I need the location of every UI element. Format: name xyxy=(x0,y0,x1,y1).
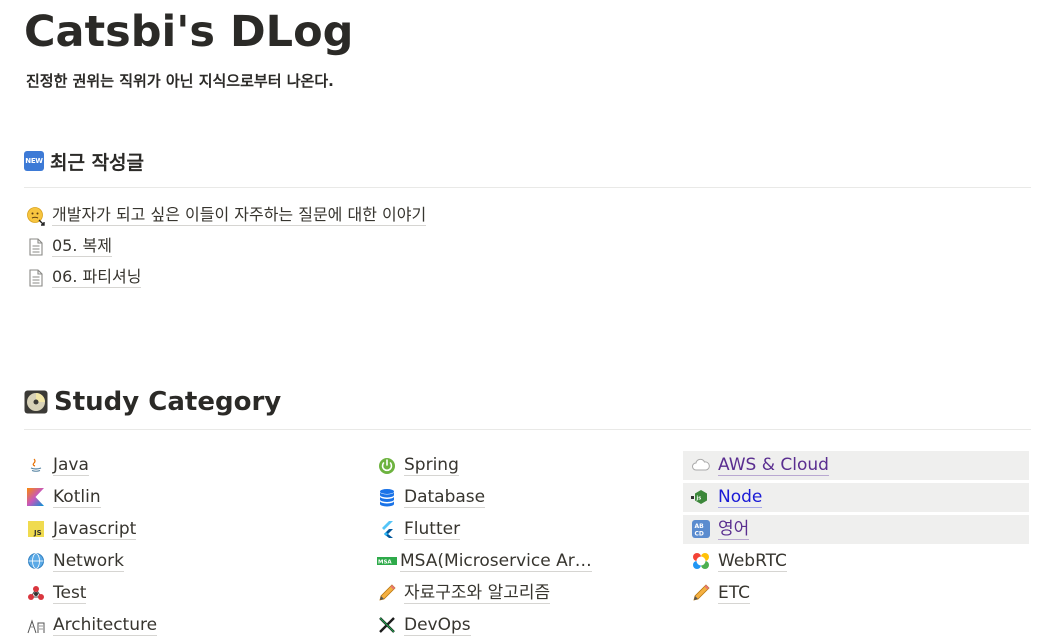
study-divider xyxy=(24,429,1031,430)
category-item-node[interactable]: js Node xyxy=(683,481,1029,513)
site-subtitle: 진정한 권위는 직위가 아닌 지식으로부터 나온다. xyxy=(26,72,334,90)
category-item-english[interactable]: AB CD 영어 xyxy=(683,513,1029,545)
devops-icon xyxy=(377,615,397,635)
category-item-kotlin[interactable]: Kotlin xyxy=(26,481,157,513)
category-link[interactable]: Database xyxy=(404,487,486,508)
svg-text:MSA: MSA xyxy=(378,560,392,566)
abcd-icon: AB CD xyxy=(691,519,711,539)
category-item-database[interactable]: Database xyxy=(377,481,592,513)
category-item-architecture[interactable]: Architecture xyxy=(26,609,158,641)
category-item-spring[interactable]: Spring xyxy=(377,449,592,481)
cloud-icon xyxy=(691,455,711,475)
spring-icon xyxy=(377,455,397,475)
study-category-title: Study Category xyxy=(54,387,282,417)
category-link[interactable]: Network xyxy=(53,551,124,572)
javascript-icon: JS xyxy=(26,519,46,539)
network-globe-icon xyxy=(26,551,46,571)
category-link[interactable]: 영어 xyxy=(718,519,750,540)
kotlin-icon xyxy=(26,487,46,507)
page-icon xyxy=(26,268,46,288)
category-item-msa[interactable]: MSA MSA(Microservice Ar… xyxy=(377,545,592,577)
category-link[interactable]: Test xyxy=(53,583,87,604)
test-molecule-icon xyxy=(26,583,46,603)
category-link[interactable]: Java xyxy=(53,455,89,476)
recent-post-link[interactable]: 05. 복제 xyxy=(52,236,112,257)
recent-post-item[interactable]: 05. 복제 xyxy=(26,231,426,262)
category-item-network[interactable]: Network xyxy=(26,545,157,577)
recent-posts-title: 최근 작성글 xyxy=(50,151,145,174)
category-column-3: AWS & Cloud js Node AB CD 영어 WebRTC ETC xyxy=(683,449,1029,609)
category-link[interactable]: MSA(Microservice Ar… xyxy=(400,551,592,572)
category-link[interactable]: Kotlin xyxy=(53,487,101,508)
svg-text:JS: JS xyxy=(33,529,42,537)
pencil-icon xyxy=(377,583,397,603)
site-title: Catsbi's DLog xyxy=(24,7,354,57)
category-item-test[interactable]: Test xyxy=(26,577,157,609)
category-link[interactable]: DevOps xyxy=(404,615,471,636)
recent-divider xyxy=(24,187,1031,188)
category-item-webrtc[interactable]: WebRTC xyxy=(691,545,829,577)
category-link[interactable]: Javascript xyxy=(53,519,137,540)
category-column-2: Spring Database Flutter MSA MSA(Microser… xyxy=(377,449,592,641)
svg-text:js: js xyxy=(696,496,702,502)
category-item-devops[interactable]: DevOps xyxy=(377,609,592,641)
category-link[interactable]: WebRTC xyxy=(718,551,787,572)
category-link[interactable]: 자료구조와 알고리즘 xyxy=(404,583,551,604)
node-icon: js xyxy=(691,487,711,507)
category-link[interactable]: Node xyxy=(718,487,763,508)
recent-post-link[interactable]: 개발자가 되고 싶은 이들이 자주하는 질문에 대한 이야기 xyxy=(52,205,427,226)
study-category-heading: Study Category xyxy=(24,384,281,420)
flutter-icon xyxy=(377,519,397,539)
cd-disc-icon xyxy=(24,390,48,414)
database-icon xyxy=(377,487,397,507)
category-link[interactable]: Spring xyxy=(404,455,459,476)
architecture-icon xyxy=(26,615,46,635)
pencil-icon xyxy=(691,583,711,603)
recent-post-item[interactable]: 개발자가 되고 싶은 이들이 자주하는 질문에 대한 이야기 xyxy=(26,200,427,231)
thinking-face-icon xyxy=(26,206,46,226)
recent-post-item[interactable]: 06. 파티셔닝 xyxy=(26,262,426,293)
category-item-algorithm[interactable]: 자료구조와 알고리즘 xyxy=(377,577,592,609)
category-item-java[interactable]: Java xyxy=(26,449,157,481)
category-column-1: Java Kotlin JS Javascript Network Test A… xyxy=(26,449,158,641)
page-icon xyxy=(26,237,46,257)
category-item-javascript[interactable]: JS Javascript xyxy=(26,513,157,545)
category-item-aws-cloud[interactable]: AWS & Cloud xyxy=(683,449,1029,481)
java-icon xyxy=(26,455,46,475)
recent-post-link[interactable]: 06. 파티셔닝 xyxy=(52,267,142,288)
category-item-etc[interactable]: ETC xyxy=(691,577,829,609)
recent-posts-list: 개발자가 되고 싶은 이들이 자주하는 질문에 대한 이야기 05. 복제 06… xyxy=(26,200,427,293)
svg-text:CD: CD xyxy=(695,531,704,538)
category-link[interactable]: Flutter xyxy=(404,519,461,540)
msa-icon: MSA xyxy=(377,551,397,571)
category-link[interactable]: Architecture xyxy=(53,615,158,636)
category-link[interactable]: AWS & Cloud xyxy=(718,455,829,476)
recent-posts-heading: NEW 최근 작성글 xyxy=(24,146,144,176)
new-badge-icon: NEW xyxy=(24,151,44,171)
category-link[interactable]: ETC xyxy=(718,583,750,604)
svg-text:AB: AB xyxy=(695,523,705,530)
category-item-flutter[interactable]: Flutter xyxy=(377,513,592,545)
webrtc-icon xyxy=(691,551,711,571)
